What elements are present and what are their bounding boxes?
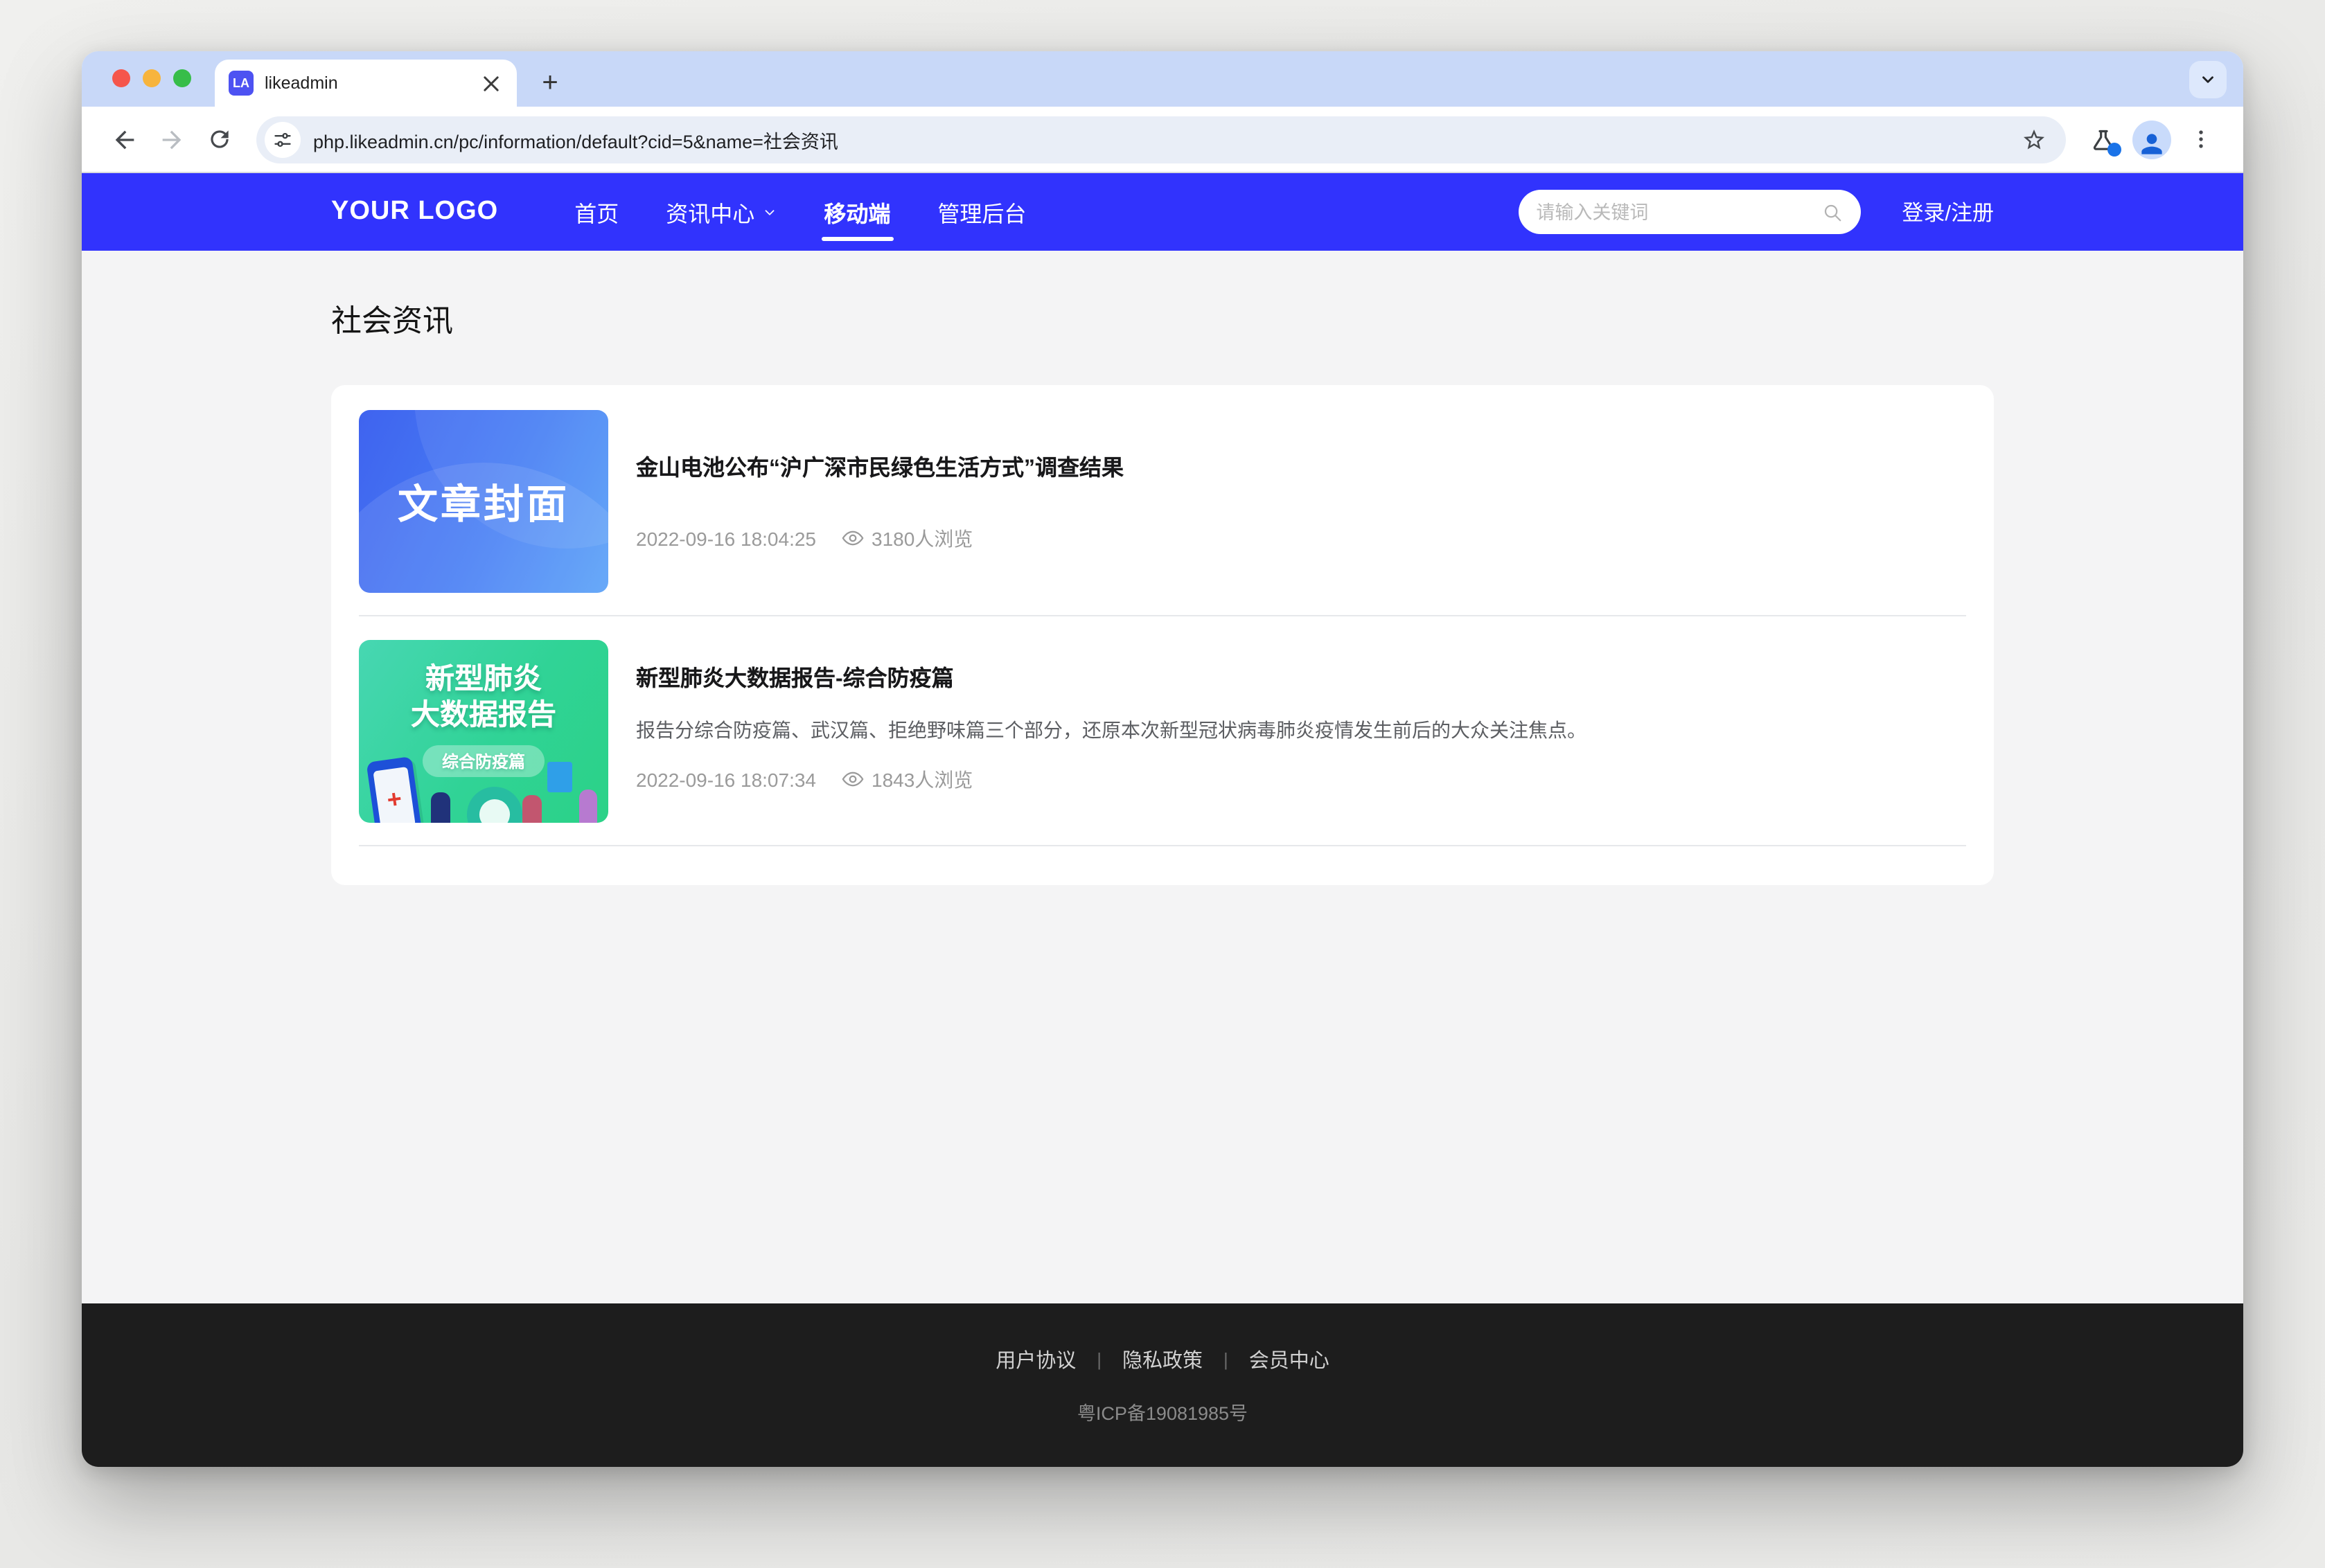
article-date: 2022-09-16 18:07:34 bbox=[636, 769, 816, 791]
window-controls bbox=[112, 69, 191, 87]
thumbnail-text: 文章封面 bbox=[359, 410, 608, 593]
tune-icon bbox=[273, 130, 292, 149]
chevron-down-icon bbox=[2199, 71, 2217, 89]
reload-button[interactable] bbox=[195, 116, 242, 163]
footer-link-user-agreement[interactable]: 用户协议 bbox=[996, 1345, 1076, 1374]
minimize-window-button[interactable] bbox=[143, 69, 161, 87]
search-icon[interactable] bbox=[1821, 202, 1842, 222]
tab-strip: LA likeadmin + bbox=[82, 51, 2243, 107]
footer-link-privacy-policy[interactable]: 隐私政策 bbox=[1122, 1345, 1203, 1374]
tab-title: likeadmin bbox=[265, 73, 478, 93]
url-text[interactable]: php.likeadmin.cn/pc/information/default?… bbox=[313, 125, 2008, 153]
back-button[interactable] bbox=[101, 116, 148, 163]
article-description: 报告分综合防疫篇、武汉篇、拒绝野味篇三个部分，还原本次新型冠状病毒肺炎疫情发生前… bbox=[636, 716, 1966, 745]
forward-button[interactable] bbox=[148, 116, 195, 163]
article-meta: 2022-09-16 18:07:34 1843人浏览 bbox=[636, 766, 1966, 794]
forward-arrow-icon bbox=[158, 125, 186, 153]
article-list-card: 文章封面 金山电池公布“沪广深市民绿色生活方式”调查结果 2022-09-16 … bbox=[331, 385, 1994, 885]
article-meta: 2022-09-16 18:04:25 3180人浏览 bbox=[636, 525, 1966, 553]
article-date: 2022-09-16 18:04:25 bbox=[636, 528, 816, 550]
profile-avatar-button[interactable] bbox=[2132, 120, 2171, 159]
zoom-window-button[interactable] bbox=[173, 69, 191, 87]
site-logo[interactable]: YOUR LOGO bbox=[331, 197, 498, 227]
icp-record-number[interactable]: 粤ICP备19081985号 bbox=[1077, 1398, 1248, 1425]
site-main: 社会资讯 文章封面 金山电池公布“沪广深市民绿色生活方式”调查结果 bbox=[82, 251, 2243, 1303]
browser-tab[interactable]: LA likeadmin bbox=[215, 60, 517, 107]
login-register-link[interactable]: 登录/注册 bbox=[1902, 197, 1994, 227]
eye-icon bbox=[841, 768, 865, 792]
browser-menu-button[interactable] bbox=[2177, 116, 2224, 163]
notification-dot bbox=[2107, 142, 2121, 156]
article-title[interactable]: 金山电池公布“沪广深市民绿色生活方式”调查结果 bbox=[636, 456, 1966, 485]
article-thumbnail[interactable]: 文章封面 bbox=[359, 410, 608, 593]
kebab-menu-icon bbox=[2189, 127, 2212, 151]
article-views: 3180人浏览 bbox=[872, 525, 973, 553]
thumbnail-text-line1: 新型肺炎 bbox=[359, 662, 608, 699]
footer-link-member-center[interactable]: 会员中心 bbox=[1249, 1345, 1329, 1374]
address-bar[interactable]: php.likeadmin.cn/pc/information/default?… bbox=[256, 116, 2066, 163]
main-nav: 首页 资讯中心 移动端 管理后台 bbox=[551, 173, 1050, 251]
desktop-background: LA likeadmin + bbox=[0, 0, 2325, 1568]
chevron-down-icon bbox=[761, 204, 777, 220]
watch-illustration bbox=[461, 781, 529, 823]
article-thumbnail[interactable]: 新型肺炎 大数据报告 综合防疫篇 + bbox=[359, 640, 608, 823]
tab-search-button[interactable] bbox=[2189, 61, 2227, 98]
browser-window: LA likeadmin + bbox=[82, 51, 2243, 1467]
article-title[interactable]: 新型肺炎大数据报告-综合防疫篇 bbox=[636, 666, 1966, 695]
star-icon bbox=[2022, 127, 2046, 152]
tab-favicon: LA bbox=[229, 71, 254, 96]
thumbnail-badge: 综合防疫篇 bbox=[423, 745, 545, 776]
site-info-button[interactable] bbox=[265, 121, 301, 157]
reload-icon bbox=[206, 126, 232, 152]
site-header: YOUR LOGO 首页 资讯中心 移动端 bbox=[82, 173, 2243, 251]
article-views: 1843人浏览 bbox=[872, 766, 973, 794]
person-icon bbox=[2137, 128, 2167, 159]
back-arrow-icon bbox=[111, 125, 139, 153]
footer-links: 用户协议 | 隐私政策 | 会员中心 bbox=[996, 1345, 1329, 1374]
close-window-button[interactable] bbox=[112, 69, 130, 87]
nav-item-mobile[interactable]: 移动端 bbox=[800, 173, 914, 251]
site-search bbox=[1518, 190, 1860, 234]
tab-close-icon[interactable] bbox=[478, 71, 503, 96]
eye-icon bbox=[841, 527, 865, 551]
browser-toolbar: php.likeadmin.cn/pc/information/default?… bbox=[82, 107, 2243, 173]
nav-item-home[interactable]: 首页 bbox=[551, 173, 642, 251]
thumbnail-text-line2: 大数据报告 bbox=[359, 699, 608, 736]
new-tab-button[interactable]: + bbox=[531, 64, 569, 103]
search-input[interactable] bbox=[1536, 202, 1821, 222]
experiments-button[interactable] bbox=[2080, 116, 2127, 163]
bookmark-star-button[interactable] bbox=[2022, 127, 2046, 152]
page-title: 社会资讯 bbox=[331, 296, 1994, 341]
nav-item-admin[interactable]: 管理后台 bbox=[914, 173, 1050, 251]
article-row[interactable]: 文章封面 金山电池公布“沪广深市民绿色生活方式”调查结果 2022-09-16 … bbox=[359, 386, 1966, 616]
web-page: YOUR LOGO 首页 资讯中心 移动端 bbox=[82, 173, 2243, 1467]
site-footer: 用户协议 | 隐私政策 | 会员中心 粤ICP备19081985号 bbox=[82, 1303, 2243, 1467]
nav-item-news-center[interactable]: 资讯中心 bbox=[642, 173, 800, 251]
fingerprint-card-illustration bbox=[547, 762, 572, 792]
article-row[interactable]: 新型肺炎 大数据报告 综合防疫篇 + bbox=[359, 616, 1966, 846]
